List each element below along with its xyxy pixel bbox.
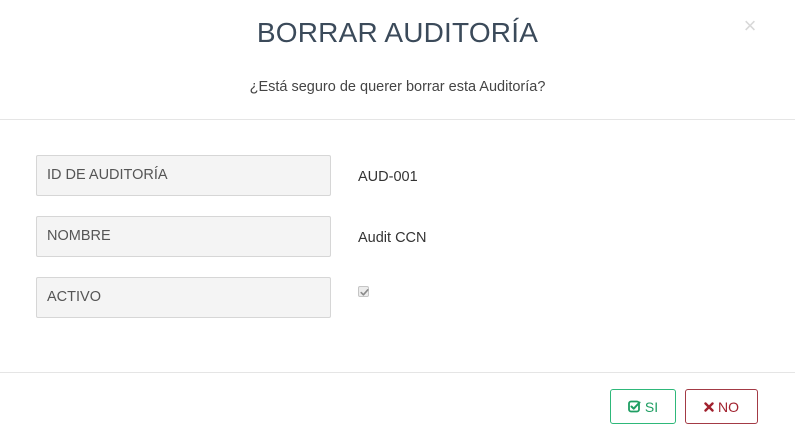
- field-value-name: Audit CCN: [358, 230, 427, 246]
- dialog-footer: SI NO: [0, 372, 795, 441]
- field-value-audit-id: AUD-001: [358, 169, 418, 185]
- field-label-audit-id: ID DE AUDITORÍA: [36, 155, 331, 196]
- dialog-header: BORRAR AUDITORÍA ¿Está seguro de querer …: [0, 0, 795, 120]
- check-square-icon: [627, 400, 641, 413]
- active-checkbox: [358, 286, 369, 297]
- field-row-audit-id: ID DE AUDITORÍA AUD-001: [36, 155, 756, 196]
- field-label-name: NOMBRE: [36, 216, 331, 257]
- dialog-title: BORRAR AUDITORÍA: [256, 17, 539, 48]
- field-label-active: ACTIVO: [36, 277, 331, 318]
- confirm-no-button[interactable]: NO: [685, 389, 758, 424]
- confirm-yes-label: SI: [644, 398, 659, 415]
- delete-audit-dialog: BORRAR AUDITORÍA ¿Está seguro de querer …: [0, 0, 795, 441]
- checkmark-icon: [360, 289, 369, 296]
- field-row-name: NOMBRE Audit CCN: [36, 216, 756, 257]
- dialog-subtitle: ¿Está seguro de querer borrar esta Audit…: [249, 79, 546, 95]
- confirm-yes-button[interactable]: SI: [610, 389, 676, 424]
- close-icon[interactable]: ×: [740, 14, 760, 38]
- x-icon: [704, 401, 714, 412]
- confirm-no-label: NO: [718, 398, 739, 415]
- field-row-active: ACTIVO: [36, 277, 756, 318]
